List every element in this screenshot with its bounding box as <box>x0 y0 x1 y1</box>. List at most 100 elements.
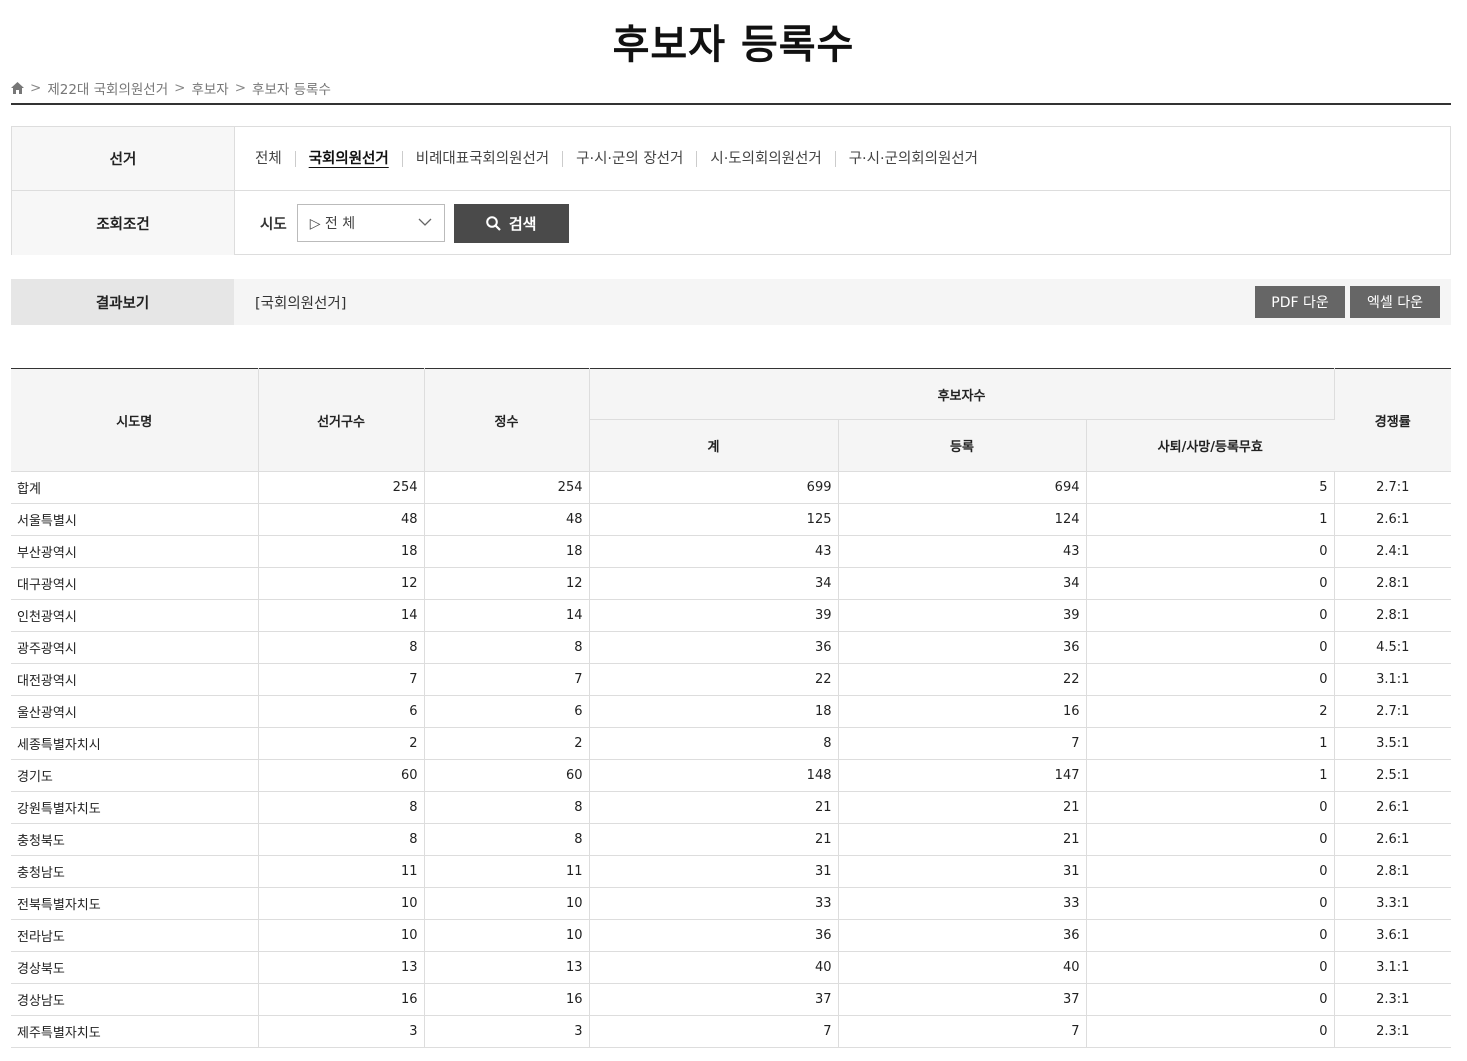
sido-cell: 세종특별자치시 <box>11 727 259 760</box>
tab-national-assembly[interactable]: 국회의원선거 <box>294 150 402 167</box>
sido-cell: 전북특별자치도 <box>11 887 259 920</box>
registered-cell: 7 <box>838 727 1087 760</box>
seats-cell: 7 <box>424 663 590 696</box>
registered-cell: 7 <box>838 1015 1087 1048</box>
total-cell: 39 <box>589 599 839 632</box>
table-row: 경기도 60 60 148 147 1 2.5:1 <box>11 759 1451 792</box>
tab-local-council[interactable]: 구·시·군의회의원선거 <box>834 150 991 167</box>
seats-cell: 10 <box>424 887 590 920</box>
tab-local-head[interactable]: 구·시·군의 장선거 <box>562 150 696 167</box>
seats-cell: 10 <box>424 919 590 952</box>
table-row: 전라남도 10 10 36 36 0 3.6:1 <box>11 919 1451 952</box>
registered-cell: 147 <box>838 759 1087 792</box>
withdrawn-cell: 0 <box>1086 599 1335 632</box>
districts-cell: 12 <box>258 567 425 600</box>
seats-cell: 2 <box>424 727 590 760</box>
total-cell: 125 <box>589 503 839 536</box>
result-text: [국회의원선거] <box>255 295 347 312</box>
total-cell: 18 <box>589 695 839 728</box>
sido-cell: 인천광역시 <box>11 599 259 632</box>
header-seats: 정수 <box>424 368 590 472</box>
header-ratio: 경쟁률 <box>1334 368 1451 472</box>
sido-cell: 부산광역시 <box>11 535 259 568</box>
tab-all[interactable]: 전체 <box>255 151 295 167</box>
districts-cell: 7 <box>258 663 425 696</box>
sido-select-value: ▷ 전 체 <box>309 216 356 232</box>
excel-download-button[interactable]: 엑셀 다운 <box>1350 286 1440 318</box>
ratio-cell: 3.5:1 <box>1334 727 1451 760</box>
ratio-cell: 2.3:1 <box>1334 1015 1451 1048</box>
withdrawn-cell: 0 <box>1086 919 1335 952</box>
total-cell: 21 <box>589 823 839 856</box>
header-total: 계 <box>589 419 839 472</box>
tab-proportional[interactable]: 비례대표국회의원선거 <box>401 150 562 167</box>
withdrawn-cell: 0 <box>1086 823 1335 856</box>
ratio-cell: 3.1:1 <box>1334 663 1451 696</box>
ratio-cell: 2.6:1 <box>1334 503 1451 536</box>
registered-cell: 36 <box>838 919 1087 952</box>
ratio-cell: 2.6:1 <box>1334 823 1451 856</box>
sido-select[interactable]: ▷ 전 체 <box>296 204 445 242</box>
seats-cell: 8 <box>424 823 590 856</box>
sido-cell: 충청남도 <box>11 855 259 888</box>
ratio-cell: 2.7:1 <box>1334 471 1451 504</box>
search-button-label: 검색 <box>508 215 537 233</box>
sido-cell: 대구광역시 <box>11 567 259 600</box>
breadcrumb-item-current: 후보자 등록수 <box>252 82 331 98</box>
breadcrumb-item-election[interactable]: 제22대 국회의원선거 <box>47 78 168 98</box>
ratio-cell: 2.7:1 <box>1334 695 1451 728</box>
tab-provincial-council[interactable]: 시·도의회의원선거 <box>696 150 834 167</box>
table-row: 울산광역시 6 6 18 16 2 2.7:1 <box>11 695 1451 728</box>
sido-cell: 합계 <box>11 471 259 504</box>
condition-controls: 시도 ▷ 전 체 검색 <box>235 191 569 255</box>
sido-cell: 전라남도 <box>11 919 259 952</box>
total-cell: 33 <box>589 887 839 920</box>
sido-cell: 울산광역시 <box>11 695 259 728</box>
table-row: 대구광역시 12 12 34 34 0 2.8:1 <box>11 567 1451 600</box>
header-candidates: 후보자수 <box>589 368 1335 420</box>
withdrawn-cell: 0 <box>1086 983 1335 1016</box>
election-tabs: 전체 국회의원선거 비례대표국회의원선거 구·시·군의 장선거 시·도의회의원선… <box>235 127 991 190</box>
sido-cell: 서울특별시 <box>11 503 259 536</box>
seats-cell: 18 <box>424 535 590 568</box>
districts-cell: 60 <box>258 759 425 792</box>
ratio-cell: 3.3:1 <box>1334 887 1451 920</box>
registered-cell: 22 <box>838 663 1087 696</box>
breadcrumb-item-candidate[interactable]: 후보자 <box>191 78 228 98</box>
table-row: 합계 254 254 699 694 5 2.7:1 <box>11 471 1451 504</box>
registered-cell: 124 <box>838 503 1087 536</box>
results-table: 시도명 선거구수 정수 후보자수 경쟁률 계 등록 사퇴/사망/등록무효 합계 2… <box>11 368 1451 1048</box>
home-icon[interactable] <box>11 82 24 94</box>
seats-cell: 8 <box>424 791 590 824</box>
withdrawn-cell: 5 <box>1086 471 1335 504</box>
table-row: 세종특별자치시 2 2 8 7 1 3.5:1 <box>11 727 1451 760</box>
sido-cell: 강원특별자치도 <box>11 791 259 824</box>
total-cell: 699 <box>589 471 839 504</box>
ratio-cell: 2.8:1 <box>1334 567 1451 600</box>
registered-cell: 31 <box>838 855 1087 888</box>
breadcrumb-separator: > <box>234 80 247 96</box>
breadcrumb-separator: > <box>30 80 42 96</box>
withdrawn-cell: 0 <box>1086 663 1335 696</box>
withdrawn-cell: 0 <box>1086 535 1335 568</box>
table-row: 전북특별자치도 10 10 33 33 0 3.3:1 <box>11 887 1451 920</box>
sido-cell: 경상북도 <box>11 951 259 984</box>
pdf-download-button[interactable]: PDF 다운 <box>1255 286 1345 318</box>
withdrawn-cell: 1 <box>1086 503 1335 536</box>
total-cell: 31 <box>589 855 839 888</box>
header-districts: 선거구수 <box>258 368 425 472</box>
withdrawn-cell: 1 <box>1086 759 1335 792</box>
districts-cell: 6 <box>258 695 425 728</box>
table-body: 합계 254 254 699 694 5 2.7:1 서울특별시 48 48 125 124 1 2.6:… <box>11 471 1451 1048</box>
sido-cell: 경상남도 <box>11 983 259 1016</box>
total-cell: 37 <box>589 983 839 1016</box>
districts-cell: 8 <box>258 631 425 664</box>
result-bar: 결과보기 [국회의원선거] PDF 다운 엑셀 다운 <box>11 279 1451 325</box>
search-button[interactable]: 검색 <box>453 203 569 243</box>
page-title: 후보자 등록수 <box>612 22 855 68</box>
breadcrumb-separator: > <box>174 80 186 96</box>
total-cell: 21 <box>589 791 839 824</box>
chevron-down-icon <box>418 218 432 226</box>
withdrawn-cell: 0 <box>1086 887 1335 920</box>
table-row: 광주광역시 8 8 36 36 0 4.5:1 <box>11 631 1451 664</box>
